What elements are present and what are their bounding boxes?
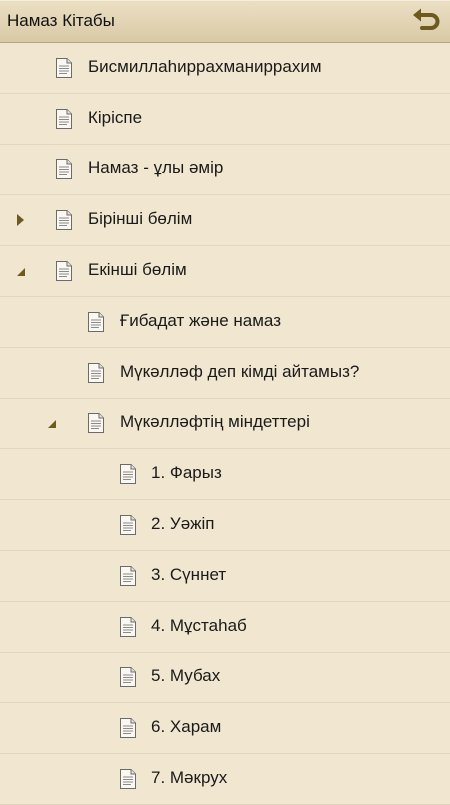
document-icon	[120, 667, 136, 688]
back-button[interactable]	[410, 6, 444, 36]
tree-item-label: Бисмиллаһиррахманиррахим	[88, 56, 322, 76]
document-icon	[120, 565, 136, 586]
tree-item[interactable]: Ғибадат және намаз	[0, 297, 450, 348]
tree-item-label: 6. Харам	[151, 717, 222, 737]
tree-item[interactable]: Бисмиллаһиррахманиррахим	[0, 43, 450, 94]
document-icon	[120, 718, 136, 739]
tree-item-label: Мүкәлләфтің міндеттері	[120, 412, 310, 432]
document-icon	[120, 769, 136, 790]
tree-item-label: Екінші бөлім	[88, 260, 187, 280]
document-icon	[56, 159, 72, 180]
document-icon	[56, 108, 72, 129]
tree-item-label: 3. Сүннет	[151, 564, 227, 584]
document-icon	[88, 311, 104, 332]
title-bar: Намаз Кітабы	[0, 0, 450, 43]
tree-item[interactable]: 6. Харам	[0, 703, 450, 755]
tree-item[interactable]: Мүкәлләфтің міндеттері	[0, 399, 450, 450]
expand-arrow-icon[interactable]	[17, 214, 24, 227]
tree-item[interactable]: 4. Мұстаһаб	[0, 602, 450, 653]
tree-item-label: 1. Фарыз	[151, 463, 222, 483]
back-arrow-icon	[413, 8, 440, 30]
tree-item-label: 5. Мубах	[151, 666, 221, 686]
document-icon	[88, 362, 104, 383]
tree-item[interactable]: 2. Уәжіп	[0, 500, 450, 551]
tree-item-label: 4. Мұстаһаб	[151, 615, 247, 635]
tree-item-label: Кіріспе	[88, 107, 143, 127]
tree-item[interactable]: Кіріспе	[0, 94, 450, 145]
document-icon	[56, 210, 72, 231]
document-icon	[88, 413, 104, 434]
tree-item-label: Ғибадат және намаз	[120, 310, 281, 330]
tree-item[interactable]: 7. Мәкрух	[0, 754, 450, 805]
tree-item[interactable]: Мүкәлләф деп кімді айтамыз?	[0, 348, 450, 399]
collapse-arrow-icon[interactable]	[17, 268, 25, 277]
chapter-tree: Бисмиллаһиррахманиррахим Кіріспе Намаз - ұ…	[0, 43, 450, 805]
tree-item[interactable]: 1. Фарыз	[0, 449, 450, 501]
collapse-arrow-icon[interactable]	[48, 420, 56, 429]
document-icon	[120, 515, 136, 536]
document-icon	[120, 616, 136, 637]
tree-item-label: Мүкәлләф деп кімді айтамыз?	[120, 361, 360, 381]
document-icon	[56, 261, 72, 282]
tree-item[interactable]: Екінші бөлім	[0, 246, 450, 297]
tree-item[interactable]: 3. Сүннет	[0, 551, 450, 602]
tree-item-label: 2. Уәжіп	[151, 514, 215, 534]
tree-item-label: Бірінші бөлім	[88, 209, 193, 229]
document-icon	[120, 464, 136, 485]
app-title: Намаз Кітабы	[7, 11, 115, 30]
tree-item-label: 7. Мәкрух	[151, 768, 228, 788]
tree-item[interactable]: Бірінші бөлім	[0, 195, 450, 247]
document-icon	[56, 57, 72, 78]
tree-item[interactable]: 5. Мубах	[0, 653, 450, 704]
tree-item[interactable]: Намаз - ұлы әмір	[0, 145, 450, 196]
tree-item-label: Намаз - ұлы әмір	[88, 158, 224, 178]
